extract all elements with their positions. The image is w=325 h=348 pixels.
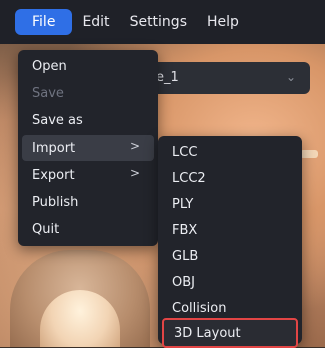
menu-bar: File Edit Settings Help	[0, 0, 325, 44]
file-menu-save: Save	[22, 80, 154, 106]
file-menu-import-label: Import	[32, 140, 76, 156]
file-menu-save-label: Save	[32, 85, 64, 101]
menu-help[interactable]: Help	[197, 9, 249, 35]
file-menu-open-label: Open	[32, 58, 67, 74]
import-ply-label: PLY	[172, 196, 194, 212]
file-menu-open[interactable]: Open	[22, 53, 154, 79]
chevron-right-icon: >	[129, 166, 140, 180]
import-lcc-label: LCC	[172, 144, 198, 160]
import-obj-label: OBJ	[172, 274, 195, 290]
file-menu-save-as-label: Save as	[32, 112, 83, 128]
import-lcc2[interactable]: LCC2	[162, 165, 298, 191]
import-ply[interactable]: PLY	[162, 191, 298, 217]
file-menu-import[interactable]: Import >	[22, 135, 154, 161]
menu-settings[interactable]: Settings	[120, 9, 197, 35]
import-obj[interactable]: OBJ	[162, 269, 298, 295]
wall-lamp	[300, 150, 318, 158]
file-menu-quit[interactable]: Quit	[22, 216, 154, 242]
file-menu-publish-label: Publish	[32, 194, 79, 210]
import-glb-label: GLB	[172, 248, 199, 264]
file-menu-export[interactable]: Export >	[22, 162, 154, 188]
chevron-down-icon: ⌄	[285, 70, 296, 84]
project-name: e_1	[156, 70, 179, 85]
import-lcc2-label: LCC2	[172, 170, 206, 186]
import-collision-label: Collision	[172, 300, 227, 316]
import-lcc[interactable]: LCC	[162, 139, 298, 165]
file-menu-export-label: Export	[32, 167, 75, 183]
import-3d-layout-label: 3D Layout	[174, 325, 241, 341]
import-fbx[interactable]: FBX	[162, 217, 298, 243]
menu-file[interactable]: File	[15, 9, 73, 35]
file-menu-quit-label: Quit	[32, 221, 60, 237]
import-3d-layout[interactable]: 3D Layout	[162, 318, 298, 348]
file-menu: Open Save Save as Import > Export > Publ…	[18, 50, 158, 246]
file-menu-save-as[interactable]: Save as	[22, 107, 154, 133]
import-glb[interactable]: GLB	[162, 243, 298, 269]
file-menu-publish[interactable]: Publish	[22, 189, 154, 215]
import-fbx-label: FBX	[172, 222, 198, 238]
project-selector[interactable]: e_1 ⌄	[150, 62, 310, 94]
import-submenu: LCC LCC2 PLY FBX GLB OBJ Collision 3D La…	[158, 136, 302, 348]
chevron-right-icon: >	[129, 139, 140, 153]
menu-edit[interactable]: Edit	[72, 9, 119, 35]
